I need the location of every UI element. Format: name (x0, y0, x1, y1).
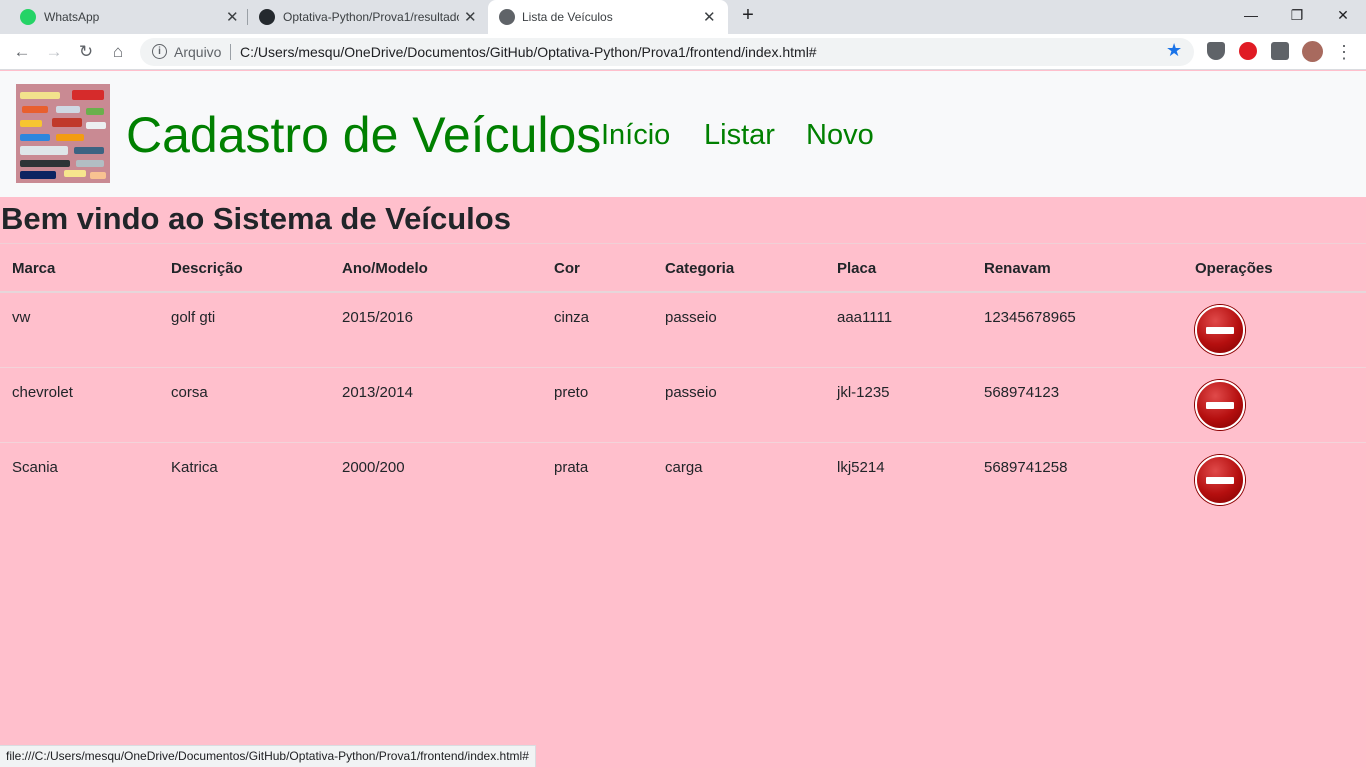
github-icon (259, 9, 275, 25)
close-icon[interactable]: ✕ (703, 8, 716, 26)
cell-descricao: Katrica (171, 459, 218, 476)
cell-ano-modelo: 2013/2014 (342, 384, 413, 401)
shield-icon[interactable] (1207, 42, 1225, 60)
tab-lista-veiculos[interactable]: Lista de Veículos ✕ (488, 0, 728, 34)
cell-renavam: 568974123 (984, 384, 1060, 401)
new-tab-button[interactable]: + (737, 0, 759, 30)
home-button[interactable]: ⌂ (106, 40, 130, 64)
cell-cor: preto (554, 384, 589, 401)
cell-renavam: 5689741258 (984, 459, 1068, 476)
cell-descricao: golf gti (171, 309, 216, 326)
bookmark-star-icon[interactable]: ★ (1166, 40, 1182, 61)
site-navbar: Cadastro de Veículos Início Listar Novo (0, 71, 1366, 197)
header-cor: Cor (554, 260, 580, 277)
tab-title: WhatsApp (44, 10, 100, 24)
nav-link-inicio[interactable]: Início (601, 119, 670, 151)
avatar[interactable] (1302, 41, 1323, 62)
info-icon[interactable]: i (152, 44, 167, 59)
brand-title[interactable]: Cadastro de Veículos (126, 107, 601, 163)
minus-icon (1206, 477, 1234, 484)
divider (230, 44, 231, 60)
nav-link-novo[interactable]: Novo (806, 119, 874, 151)
cell-placa: jkl-1235 (837, 384, 890, 401)
delete-button[interactable] (1195, 455, 1245, 505)
header-categoria: Categoria (665, 260, 735, 277)
tab-title: Optativa-Python/Prova1/resultado (283, 10, 459, 24)
cell-ano-modelo: 2000/200 (342, 459, 405, 476)
nav-link-listar[interactable]: Listar (704, 119, 775, 151)
logo-image[interactable] (16, 84, 110, 183)
tab-whatsapp[interactable]: WhatsApp ✕ (8, 0, 246, 34)
address-bar[interactable]: i Arquivo C:/Users/mesqu/OneDrive/Docume… (140, 38, 1194, 66)
delete-button[interactable] (1195, 305, 1245, 355)
delete-button[interactable] (1195, 380, 1245, 430)
header-placa: Placa (837, 260, 877, 277)
tab-github[interactable]: Optativa-Python/Prova1/resultado ✕ (250, 0, 486, 34)
page-content: Cadastro de Veículos Início Listar Novo … (0, 71, 1366, 768)
table-row: Scania Katrica 2000/200 prata carga lkj5… (0, 443, 1366, 518)
globe-icon (499, 9, 515, 25)
header-renavam: Renavam (984, 260, 1051, 277)
whatsapp-icon (20, 9, 36, 25)
browser-toolbar: ← → ↻ ⌂ i Arquivo C:/Users/mesqu/OneDriv… (0, 34, 1366, 70)
cell-descricao: corsa (171, 384, 208, 401)
minus-icon (1206, 402, 1234, 409)
cell-marca: Scania (12, 459, 58, 476)
cell-renavam: 12345678965 (984, 309, 1076, 326)
header-marca: Marca (12, 260, 56, 277)
close-window-button[interactable]: ✕ (1320, 0, 1366, 30)
minimize-button[interactable]: — (1228, 0, 1274, 30)
cell-categoria: passeio (665, 309, 717, 326)
table-row: chevrolet corsa 2013/2014 preto passeio … (0, 368, 1366, 443)
header-operacoes: Operações (1195, 260, 1273, 277)
security-label: Arquivo (174, 44, 222, 60)
minus-icon (1206, 327, 1234, 334)
tab-bar: WhatsApp ✕ Optativa-Python/Prova1/result… (0, 0, 1366, 34)
table-header-row: Marca Descrição Ano/Modelo Cor Categoria… (0, 243, 1366, 293)
header-descricao: Descrição (171, 260, 243, 277)
page-title: Bem vindo ao Sistema de Veículos (1, 201, 511, 236)
reload-button[interactable]: ↻ (74, 40, 98, 64)
cell-marca: vw (12, 309, 31, 326)
cell-ano-modelo: 2015/2016 (342, 309, 413, 326)
cell-marca: chevrolet (12, 384, 73, 401)
table-row: vw golf gti 2015/2016 cinza passeio aaa1… (0, 293, 1366, 368)
url-text[interactable]: C:/Users/mesqu/OneDrive/Documentos/GitHu… (240, 44, 817, 60)
status-bar-url: file:///C:/Users/mesqu/OneDrive/Document… (0, 745, 536, 767)
cell-cor: prata (554, 459, 589, 476)
tab-title: Lista de Veículos (522, 10, 613, 24)
cell-placa: aaa1111 (837, 309, 893, 326)
restore-button[interactable]: ❐ (1274, 0, 1320, 30)
close-icon[interactable]: ✕ (226, 8, 239, 26)
forward-button[interactable]: → (42, 40, 66, 64)
close-icon[interactable]: ✕ (464, 8, 477, 26)
cell-placa: lkj5214 (837, 459, 885, 476)
header-ano-modelo: Ano/Modelo (342, 260, 428, 277)
menu-icon[interactable]: ⋮ (1332, 40, 1356, 64)
tab-separator (247, 9, 248, 25)
back-button[interactable]: ← (10, 40, 34, 64)
cell-cor: cinza (554, 309, 590, 326)
adblock-icon[interactable] (1239, 42, 1257, 60)
cell-categoria: carga (665, 459, 703, 476)
puzzle-icon[interactable] (1271, 42, 1289, 60)
cell-categoria: passeio (665, 384, 717, 401)
